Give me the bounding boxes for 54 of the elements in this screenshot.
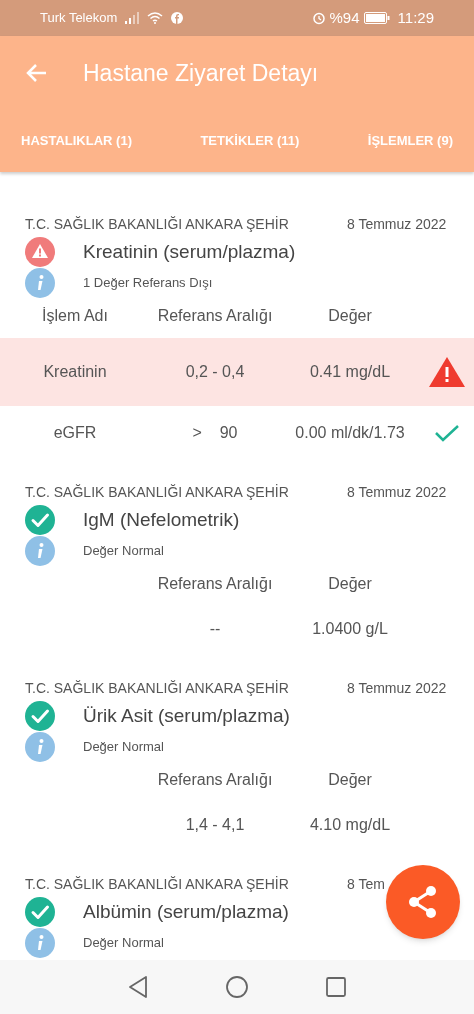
table-cell: -- bbox=[209, 620, 221, 637]
test-date: 8 Temmuz 2022 bbox=[347, 214, 447, 234]
test-date: 8 Temmuz 2022 bbox=[347, 482, 447, 502]
hospital-name: T.C. SAĞLIK BAKANLIĞI ANKARA ŞEHİR bbox=[25, 482, 289, 502]
test-title: Albümin (serum/plazma) bbox=[83, 899, 289, 924]
column-header: İşlem Adı bbox=[42, 307, 108, 324]
back-nav-button[interactable] bbox=[127, 975, 149, 999]
hospital-name: T.C. SAĞLIK BAKANLIĞI ANKARA ŞEHİR bbox=[25, 874, 289, 894]
carrier-name: Turk Telekom bbox=[40, 9, 118, 28]
column-header: Değer bbox=[328, 575, 372, 592]
table-cell: > 90 bbox=[192, 424, 238, 441]
home-nav-button[interactable] bbox=[225, 975, 249, 999]
test-title: IgM (Nefelometrik) bbox=[83, 507, 240, 532]
test-title: Ürik Asit (serum/plazma) bbox=[83, 703, 290, 728]
hospital-name: T.C. SAĞLIK BAKANLIĞI ANKARA ŞEHİR bbox=[25, 214, 289, 234]
share-icon bbox=[407, 885, 439, 919]
column-header: Değer bbox=[328, 307, 372, 324]
test-summary: Değer Normal bbox=[83, 738, 164, 757]
tab[interactable]: TETKİKLER (11) bbox=[196, 123, 304, 159]
table-cell: 4.10 mg/dL bbox=[309, 816, 391, 833]
test-summary: Değer Normal bbox=[83, 934, 164, 953]
column-header: Referans Aralığı bbox=[157, 575, 273, 592]
table-cell: 1,4 - 4,1 bbox=[185, 816, 245, 833]
battery-percent: %94 bbox=[329, 7, 360, 28]
screen-title: Hastane Ziyaret Detayı bbox=[83, 58, 319, 88]
table-cell: Kreatinin bbox=[43, 363, 107, 380]
clock-time: 11:29 bbox=[397, 7, 434, 28]
wifi-icon bbox=[147, 12, 164, 24]
test-date: 8 Temmuz 2022 bbox=[347, 678, 447, 698]
test-title: Kreatinin (serum/plazma) bbox=[83, 239, 296, 264]
test-summary: Değer Normal bbox=[83, 542, 164, 561]
info-icon bbox=[25, 732, 55, 762]
table-cell: 0.41 mg/dL bbox=[309, 363, 391, 380]
table-cell: 0.00 ml/dk/1.73 bbox=[295, 424, 405, 441]
tab[interactable]: HASTALIKLAR (1) bbox=[17, 123, 136, 159]
table-cell: eGFR bbox=[53, 424, 97, 441]
table-cell: 0,2 - 0,4 bbox=[185, 363, 245, 380]
tab[interactable]: İŞLEMLER (9) bbox=[363, 123, 457, 159]
alarm-icon bbox=[311, 11, 326, 25]
table-cell: 1.0400 g/L bbox=[312, 620, 388, 637]
facebook-icon bbox=[171, 12, 184, 24]
test-date: 8 Tem bbox=[347, 874, 385, 894]
share-button[interactable] bbox=[386, 865, 460, 939]
column-header: Değer bbox=[328, 771, 372, 788]
hospital-name: T.C. SAĞLIK BAKANLIĞI ANKARA ŞEHİR bbox=[25, 678, 289, 698]
column-header: Referans Aralığı bbox=[157, 771, 273, 788]
info-icon bbox=[25, 268, 55, 298]
info-icon bbox=[25, 536, 55, 566]
test-summary: 1 Değer Referans Dışı bbox=[83, 274, 213, 293]
info-icon bbox=[25, 928, 55, 958]
recents-nav-button[interactable] bbox=[325, 976, 347, 998]
battery-icon bbox=[363, 12, 390, 24]
signal-icon bbox=[125, 12, 140, 24]
column-header: Referans Aralığı bbox=[157, 307, 273, 324]
